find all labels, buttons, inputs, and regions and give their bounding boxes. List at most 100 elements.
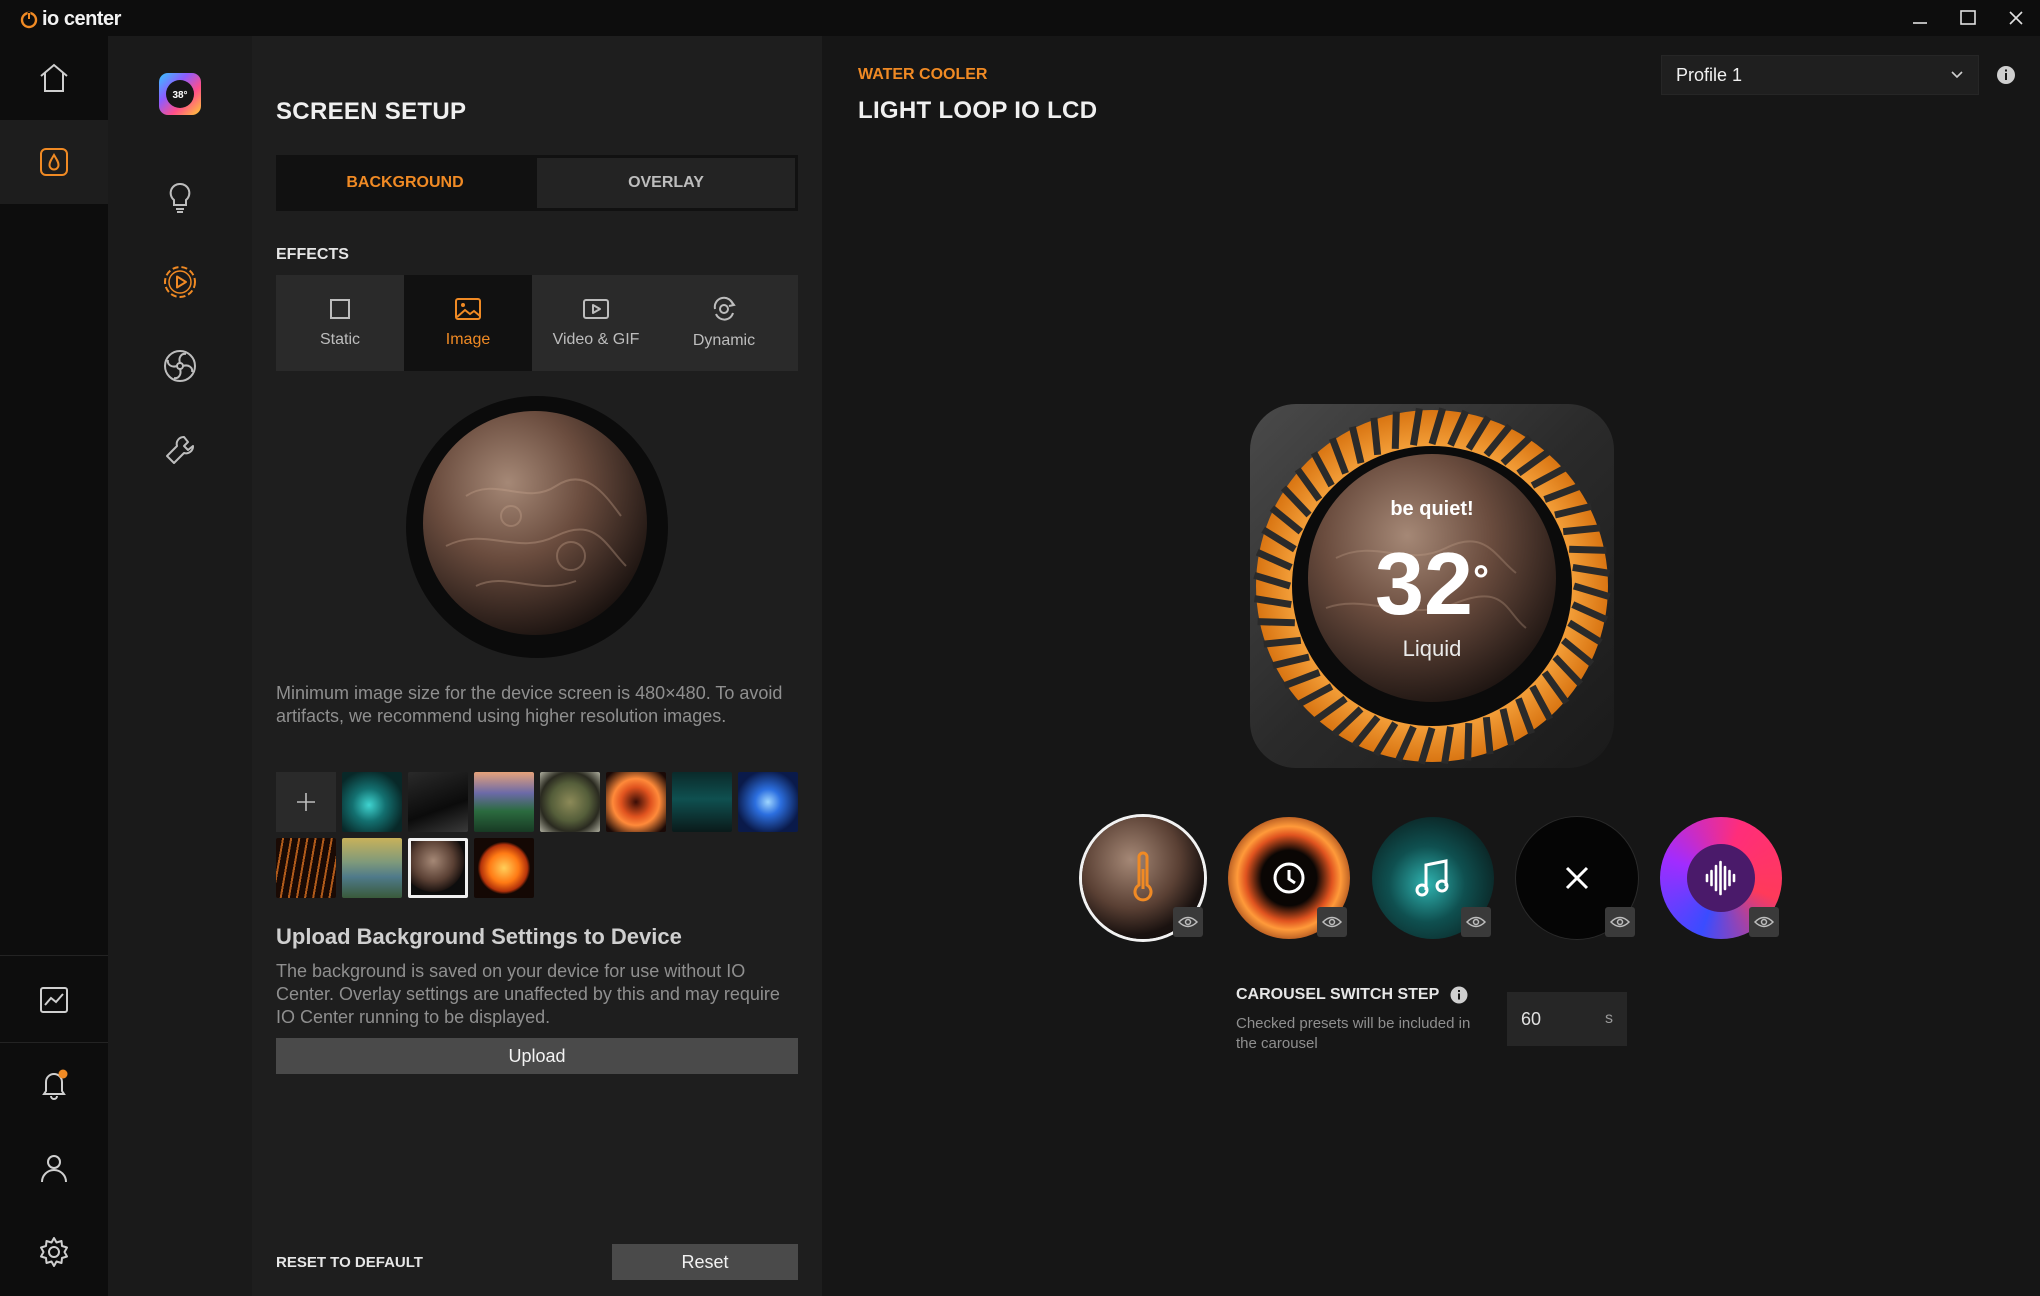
effect-image-label: Image — [445, 331, 491, 348]
effect-dynamic-label: Dynamic — [692, 332, 756, 349]
info-icon[interactable] — [1449, 985, 1469, 1005]
pump-fin — [1482, 716, 1494, 755]
tab-background[interactable]: BACKGROUND — [276, 155, 534, 211]
carousel-step-hint: Checked presets will be included in the … — [1236, 1015, 1471, 1052]
rail-divider — [0, 955, 108, 956]
device-name: LIGHT LOOP IO LCD — [858, 97, 1098, 124]
title-bar: io center — [0, 0, 2040, 37]
play-screen-icon — [164, 266, 196, 298]
upload-description: The background is saved on your device f… — [276, 961, 780, 1027]
svg-text:38°: 38° — [172, 90, 187, 101]
chart-icon — [40, 987, 68, 1013]
effect-static[interactable]: Static — [276, 275, 404, 371]
app-title: io center — [42, 8, 121, 30]
upload-heading: Upload Background Settings to Device — [276, 924, 682, 949]
effects-label: EFFECTS — [276, 246, 349, 263]
maximize-icon — [1960, 10, 1976, 25]
effect-static-label: Static — [319, 331, 360, 348]
device-lcd-icon: 38° — [159, 73, 201, 115]
carousel-step-unit: s — [1605, 1010, 1613, 1027]
reset-to-default-label: RESET TO DEFAULT — [276, 1254, 423, 1271]
lcd-degree-symbol: ° — [1472, 558, 1489, 602]
gallery-thumb-sun[interactable] — [474, 838, 534, 898]
info-icon — [1997, 66, 2015, 84]
chevron-down-icon — [1951, 71, 1963, 79]
device-category: WATER COOLER — [858, 66, 988, 83]
pump-fin — [1391, 411, 1400, 449]
fan-icon — [164, 350, 196, 382]
nav-monitoring[interactable] — [0, 958, 108, 1042]
upload-button[interactable]: Upload — [276, 1038, 798, 1074]
bell-icon — [42, 1069, 68, 1100]
image-size-hint: Minimum image size for the device screen… — [276, 683, 783, 726]
lcd-temperature: 32° — [1246, 534, 1618, 634]
water-drop-icon — [40, 148, 68, 176]
device-thumbnail[interactable]: 38° — [108, 52, 252, 136]
nav-home[interactable] — [0, 36, 108, 120]
user-icon — [41, 1155, 67, 1183]
gallery-thumb-orange-swirl[interactable] — [606, 772, 666, 832]
square-icon — [330, 299, 350, 319]
lcd-brand-text: be quiet! — [1390, 498, 1474, 520]
effect-dynamic[interactable]: Dynamic — [660, 275, 788, 371]
eye-icon — [1322, 916, 1342, 928]
lcd-temperature-value: 32 — [1375, 534, 1473, 633]
nav-settings[interactable] — [0, 1210, 108, 1294]
subnav-tools[interactable] — [108, 408, 252, 492]
subnav-fans[interactable] — [108, 324, 252, 408]
carousel-step-heading: CAROUSEL SWITCH STEP — [1236, 985, 1469, 1005]
subnav-lighting[interactable] — [108, 156, 252, 240]
pump-fin — [1464, 723, 1473, 761]
image-icon — [455, 298, 481, 320]
add-image-button[interactable] — [276, 772, 336, 832]
minimize-button[interactable] — [1896, 0, 1944, 36]
plus-icon — [297, 793, 315, 811]
preset-temperature-visibility-toggle[interactable] — [1173, 907, 1203, 937]
effect-image[interactable]: Image — [404, 275, 532, 371]
lightbulb-icon — [169, 182, 191, 213]
nav-notifications[interactable] — [0, 1042, 108, 1126]
gallery-thumb-dark-corridor[interactable] — [408, 772, 468, 832]
nav-cooler[interactable] — [0, 120, 108, 204]
gallery-thumb-cyan-room[interactable] — [342, 772, 402, 832]
preset-none-visibility-toggle[interactable] — [1605, 907, 1635, 937]
close-icon — [2009, 11, 2023, 25]
reset-button[interactable]: Reset — [612, 1244, 798, 1280]
panel-title: SCREEN SETUP — [276, 98, 467, 125]
preset-audio-visibility-toggle[interactable] — [1749, 907, 1779, 937]
preset-music-visibility-toggle[interactable] — [1461, 907, 1491, 937]
tab-overlay[interactable]: OVERLAY — [537, 158, 795, 208]
background-overlay-tabs: BACKGROUND OVERLAY — [276, 155, 798, 211]
gallery-thumb-orange-lines[interactable] — [276, 838, 336, 898]
effect-video-gif[interactable]: Video & GIF — [532, 275, 660, 371]
preset-clock-visibility-toggle[interactable] — [1317, 907, 1347, 937]
pump-fin — [1370, 417, 1382, 456]
pump-fin — [1562, 524, 1601, 536]
gallery-thumb-forest-sunset[interactable] — [474, 772, 534, 832]
maximize-button[interactable] — [1944, 0, 1992, 36]
subnav-screen[interactable] — [108, 240, 252, 324]
nav-account[interactable] — [0, 1126, 108, 1210]
wrench-icon — [166, 436, 194, 464]
gallery-thumb-brown-planet[interactable] — [408, 838, 468, 898]
gear-icon — [40, 1237, 68, 1267]
eye-icon — [1178, 916, 1198, 928]
gallery-thumb-planet-green[interactable] — [540, 772, 600, 832]
profile-dropdown[interactable]: Profile 1 — [1661, 55, 1979, 95]
background-image-preview — [406, 396, 668, 658]
gallery-thumb-blue-burst[interactable] — [738, 772, 798, 832]
carousel-step-input[interactable]: 60 s — [1507, 992, 1627, 1046]
gallery-thumb-teal-lake[interactable] — [672, 772, 732, 832]
app-logo: io center — [20, 8, 121, 31]
planet-image — [406, 396, 668, 658]
notification-dot — [58, 1069, 68, 1079]
screen-setup-panel — [252, 36, 822, 1296]
close-window-button[interactable] — [1992, 0, 2040, 36]
eye-icon — [1466, 916, 1486, 928]
lcd-sensor-label: Liquid — [1402, 636, 1462, 661]
carousel-step-value: 60 — [1521, 1008, 1542, 1029]
profile-info-button[interactable] — [1995, 64, 2017, 86]
gallery-thumb-mountain-lake[interactable] — [342, 838, 402, 898]
effects-selector: Static Image Video & GIF Dynamic — [276, 275, 798, 371]
home-icon — [40, 63, 68, 92]
